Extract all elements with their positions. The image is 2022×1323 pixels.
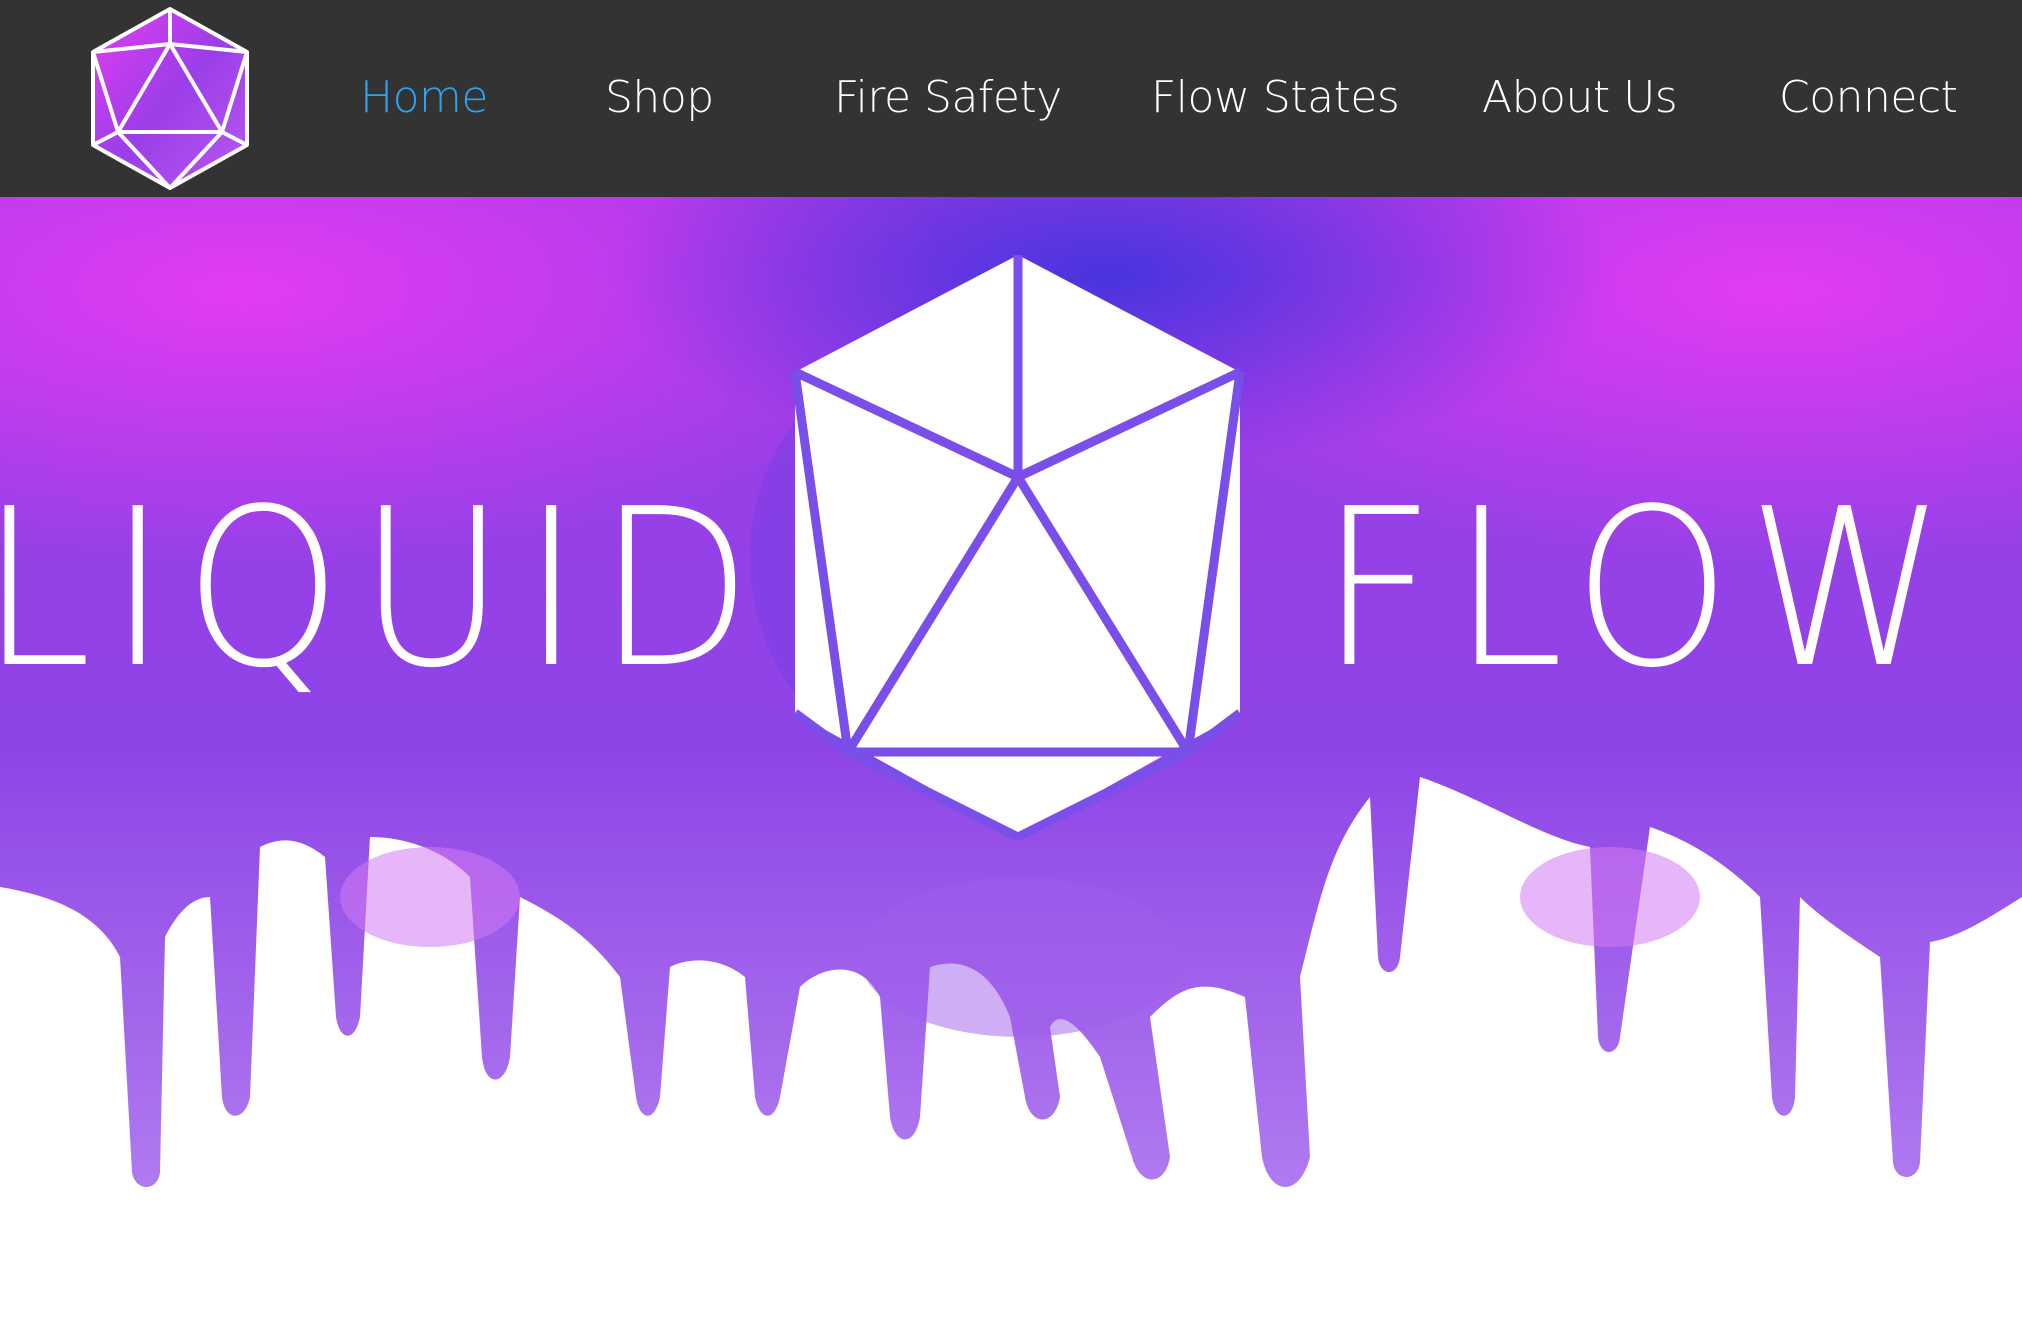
- nav-flow-states[interactable]: Flow States: [1151, 68, 1400, 128]
- nav-home[interactable]: Home: [360, 68, 488, 128]
- icosahedron-icon: [790, 255, 1245, 842]
- watercolor-background: [0, 197, 2022, 1187]
- nav-about-us[interactable]: About Us: [1482, 68, 1678, 128]
- hero-word-flow: FLOW: [1320, 463, 1963, 716]
- hero-word-liquid: LIQUID: [0, 463, 769, 716]
- nav-fire-safety[interactable]: Fire Safety: [834, 68, 1062, 128]
- nav-connect[interactable]: Connect: [1779, 68, 1958, 128]
- main-nav: Home Shop Fire Safety Flow States About …: [0, 0, 2022, 197]
- hero-banner: LIQUID FLOW: [0, 197, 2022, 1323]
- site-header: Home Shop Fire Safety Flow States About …: [0, 0, 2022, 197]
- nav-shop[interactable]: Shop: [605, 68, 714, 128]
